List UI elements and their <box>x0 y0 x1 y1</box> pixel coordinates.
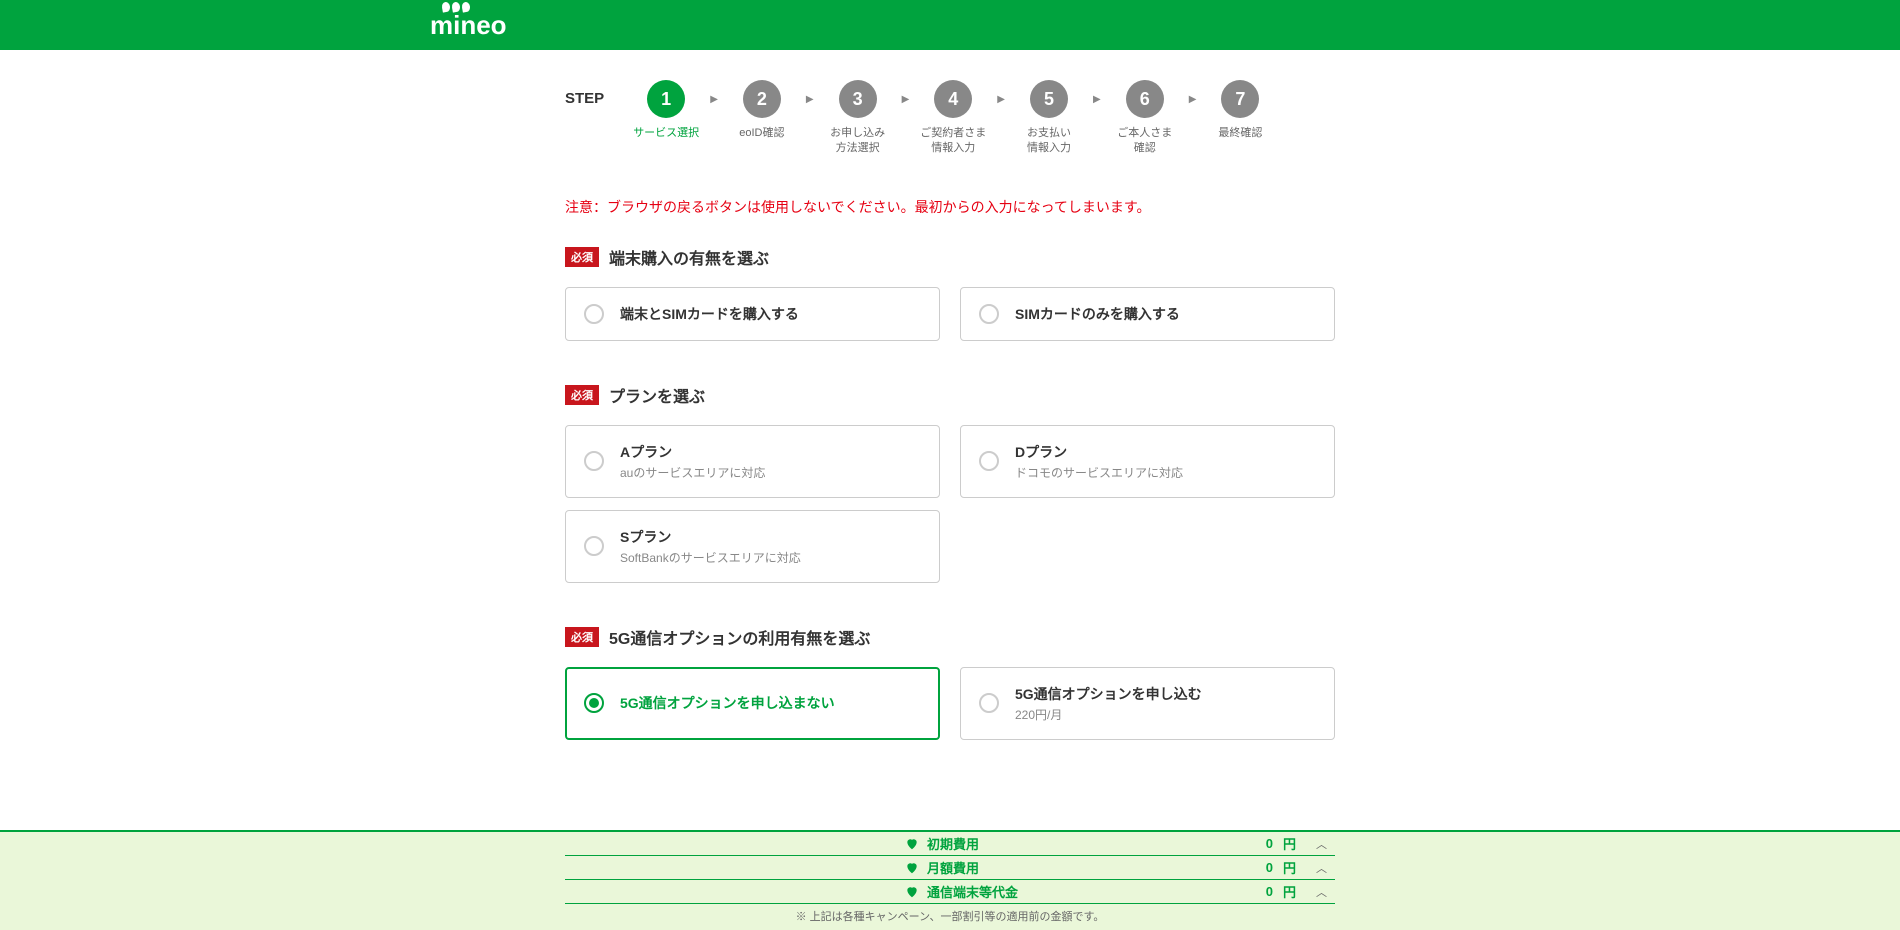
option-sim-only[interactable]: SIMカードのみを購入する <box>960 287 1335 341</box>
step-5: 5 お支払い情報入力 <box>1013 80 1085 157</box>
section-plan: 必須 プランを選ぶ Aプラン auのサービスエリアに対応 Dプラン ドコモのサー… <box>565 383 1335 583</box>
summary-note: ※ 上記は各種キャンペーン、一部割引等の適用前の金額です。 <box>565 904 1335 930</box>
summary-row-initial: 初期費用 0 円 ︿ <box>565 832 1335 856</box>
section-terminal: 必須 端末購入の有無を選ぶ 端末とSIMカードを購入する SIMカードのみを購入… <box>565 245 1335 341</box>
step-7: 7 最終確認 <box>1204 80 1276 141</box>
chevron-up-icon[interactable]: ︿ <box>1316 884 1327 900</box>
brand-text: mineo <box>430 10 507 40</box>
required-badge: 必須 <box>565 627 599 647</box>
option-plan-s[interactable]: Sプラン SoftBankのサービスエリアに対応 <box>565 510 940 583</box>
radio-icon <box>979 451 999 471</box>
section-5g: 必須 5G通信オプションの利用有無を選ぶ 5G通信オプションを申し込まない 5G… <box>565 625 1335 740</box>
step-arrow-icon: ▶ <box>997 80 1005 105</box>
chevron-up-icon[interactable]: ︿ <box>1316 860 1327 876</box>
step-1: 1 サービス選択 <box>630 80 702 141</box>
step-4: 4 ご契約者さま情報入力 <box>917 80 989 157</box>
step-2: 2 eoID確認 <box>726 80 798 141</box>
step-arrow-icon: ▶ <box>710 80 718 105</box>
required-badge: 必須 <box>565 247 599 267</box>
heart-icon <box>905 861 919 875</box>
step-arrow-icon: ▶ <box>1093 80 1101 105</box>
option-plan-d[interactable]: Dプラン ドコモのサービスエリアに対応 <box>960 425 1335 498</box>
radio-icon <box>584 304 604 324</box>
section-title: 5G通信オプションの利用有無を選ぶ <box>609 625 870 649</box>
chevron-up-icon[interactable]: ︿ <box>1316 836 1327 852</box>
option-terminal-with-sim[interactable]: 端末とSIMカードを購入する <box>565 287 940 341</box>
option-plan-a[interactable]: Aプラン auのサービスエリアに対応 <box>565 425 940 498</box>
option-5g-yes[interactable]: 5G通信オプションを申し込む 220円/月 <box>960 667 1335 740</box>
radio-icon <box>979 304 999 324</box>
header: mineo <box>0 0 1900 50</box>
section-title: プランを選ぶ <box>609 383 705 407</box>
step-arrow-icon: ▶ <box>1189 80 1197 105</box>
summary-row-monthly: 月額費用 0 円 ︿ <box>565 856 1335 880</box>
brand-logo: mineo <box>430 10 507 41</box>
option-5g-no[interactable]: 5G通信オプションを申し込まない <box>565 667 940 740</box>
heart-icon <box>905 837 919 851</box>
cost-summary: 初期費用 0 円 ︿ 月額費用 0 円 ︿ 通信端末等代金 0 円 ︿ ※ 上記… <box>0 830 1900 930</box>
step-arrow-icon: ▶ <box>902 80 910 105</box>
section-title: 端末購入の有無を選ぶ <box>609 245 769 269</box>
step-3: 3 お申し込み方法選択 <box>822 80 894 157</box>
warning-text: 注意：ブラウザの戻るボタンは使用しないでください。最初からの入力になってしまいま… <box>565 197 1335 217</box>
required-badge: 必須 <box>565 385 599 405</box>
radio-icon <box>584 693 604 713</box>
step-label: STEP <box>565 80 604 107</box>
heart-icon <box>905 885 919 899</box>
radio-icon <box>584 536 604 556</box>
stepper: STEP 1 サービス選択 ▶ 2 eoID確認 ▶ 3 お申し込み方法選択 ▶… <box>565 80 1335 157</box>
summary-row-device: 通信端末等代金 0 円 ︿ <box>565 880 1335 904</box>
step-arrow-icon: ▶ <box>806 80 814 105</box>
radio-icon <box>979 693 999 713</box>
step-6: 6 ご本人さま確認 <box>1109 80 1181 157</box>
radio-icon <box>584 451 604 471</box>
